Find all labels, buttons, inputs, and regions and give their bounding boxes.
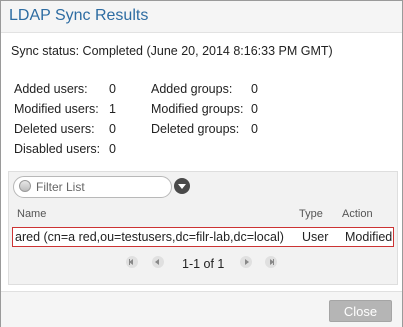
dialog-title: LDAP Sync Results xyxy=(9,7,149,24)
stat-added-users: Added users: 0 xyxy=(14,82,116,96)
stat-added-groups: Added groups: 0 xyxy=(151,82,258,96)
first-page-icon[interactable] xyxy=(126,256,138,268)
sync-status: Sync status: Completed (June 20, 2014 8:… xyxy=(11,44,333,58)
stat-disabled-users: Disabled users: 0 xyxy=(14,142,116,156)
ldap-sync-results-dialog: LDAP Sync Results Sync status: Completed… xyxy=(0,0,403,327)
column-header-action[interactable]: Action xyxy=(342,208,373,220)
page-info: 1-1 of 1 xyxy=(182,257,225,271)
filter-input[interactable] xyxy=(36,179,166,194)
user-stats: Added users: 0 Modified users: 1 Deleted u… xyxy=(14,79,116,159)
cell-action: Modified xyxy=(345,230,393,244)
stat-deleted-users: Deleted users: 0 xyxy=(14,122,116,136)
stat-deleted-groups: Deleted groups: 0 xyxy=(151,122,258,136)
chevron-down-circle-icon[interactable] xyxy=(174,178,190,194)
stat-modified-groups: Modified groups: 0 xyxy=(151,102,258,116)
last-page-icon[interactable] xyxy=(265,256,277,268)
pager: 1-1 of 1 xyxy=(9,252,397,272)
cell-name: ared (cn=a red,ou=testusers,dc=filr-lab,… xyxy=(15,230,284,244)
dialog-titlebar: LDAP Sync Results xyxy=(1,1,402,33)
filter-box xyxy=(13,176,172,198)
filter-icon xyxy=(19,180,31,192)
group-stats: Added groups: 0 Modified groups: 0 Deleted… xyxy=(151,79,258,139)
column-header-type[interactable]: Type xyxy=(299,208,323,220)
table-header: Name Type Action xyxy=(9,206,397,224)
table-row[interactable]: ared (cn=a red,ou=testusers,dc=filr-lab,… xyxy=(12,227,394,247)
cell-type: User xyxy=(302,230,329,244)
previous-page-icon[interactable] xyxy=(152,256,164,268)
column-header-name[interactable]: Name xyxy=(17,208,46,220)
dialog-footer: Close xyxy=(1,291,402,327)
stat-modified-users: Modified users: 1 xyxy=(14,102,116,116)
next-page-icon[interactable] xyxy=(240,256,252,268)
close-button[interactable]: Close xyxy=(329,300,392,322)
results-grid: Name Type Action ared (cn=a red,ou=testu… xyxy=(8,171,398,285)
